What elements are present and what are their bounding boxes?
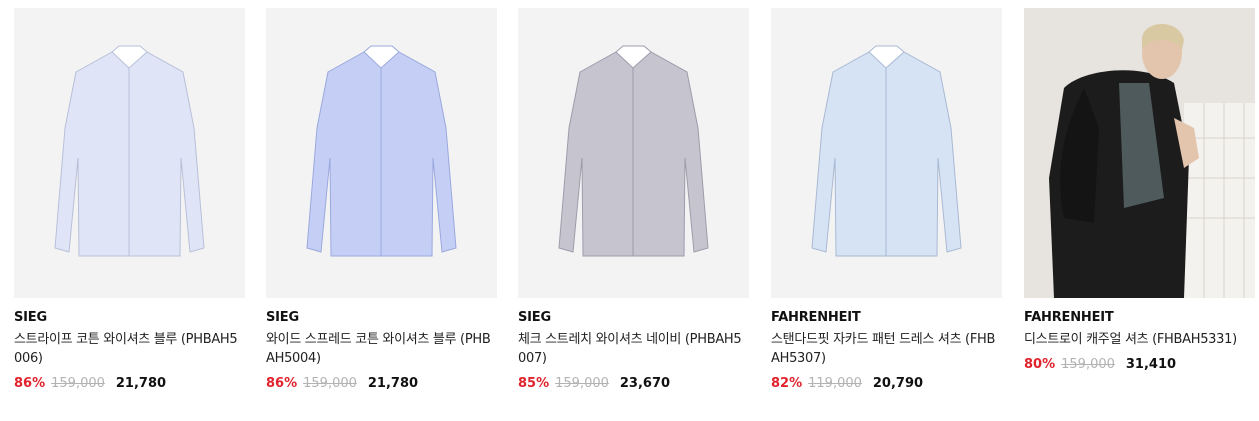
product-image[interactable] xyxy=(771,8,1002,298)
brand-name: SIEG xyxy=(266,310,299,325)
shirt-image xyxy=(266,8,497,298)
original-price: 159,000 xyxy=(555,376,609,391)
original-price: 159,000 xyxy=(51,376,105,391)
product-name[interactable]: 스트라이프 코튼 와이셔츠 블루 (PHBAH5006) xyxy=(14,330,245,368)
product-image[interactable] xyxy=(518,8,749,298)
brand-name: SIEG xyxy=(518,310,551,325)
shirt-image xyxy=(771,8,1002,298)
price-row: 86% 159,000 21,780 xyxy=(266,375,497,393)
discount-rate: 80% xyxy=(1024,357,1056,372)
product-card[interactable]: SIEG 와이드 스프레드 코튼 와이셔츠 블루 (PHBAH5004) 86%… xyxy=(266,8,497,393)
discount-rate: 86% xyxy=(266,376,298,391)
sale-price: 21,780 xyxy=(115,376,167,391)
product-card[interactable]: SIEG 체크 스트레치 와이셔츠 네이비 (PHBAH5007) 85% 159… xyxy=(518,8,749,393)
original-price: 159,000 xyxy=(1061,357,1115,372)
original-price: 119,000 xyxy=(808,376,862,391)
discount-rate: 85% xyxy=(518,376,550,391)
sale-price: 31,410 xyxy=(1125,357,1177,372)
product-card[interactable]: SIEG 스트라이프 코튼 와이셔츠 블루 (PHBAH5006) 86% 159… xyxy=(14,8,245,393)
brand-name: FAHRENHEIT xyxy=(771,310,861,325)
product-name[interactable]: 체크 스트레치 와이셔츠 네이비 (PHBAH5007) xyxy=(518,330,749,368)
brand-name: FAHRENHEIT xyxy=(1024,310,1114,325)
discount-rate: 82% xyxy=(771,376,803,391)
product-image[interactable] xyxy=(266,8,497,298)
price-row: 85% 159,000 23,670 xyxy=(518,375,749,393)
price-row: 82% 119,000 20,790 xyxy=(771,375,1002,393)
model-photo xyxy=(1024,8,1255,298)
sale-price: 23,670 xyxy=(619,376,671,391)
brand-name: SIEG xyxy=(14,310,47,325)
product-name[interactable]: 와이드 스프레드 코튼 와이셔츠 블루 (PHBAH5004) xyxy=(266,330,497,368)
price-row: 86% 159,000 21,780 xyxy=(14,375,245,393)
sale-price: 21,780 xyxy=(367,376,419,391)
sale-price: 20,790 xyxy=(872,376,924,391)
product-image[interactable] xyxy=(1024,8,1255,298)
price-row: 80% 159,000 31,410 xyxy=(1024,356,1255,374)
shirt-image xyxy=(14,8,245,298)
product-name[interactable]: 스탠다드핏 자카드 패턴 드레스 셔츠 (FHBAH5307) xyxy=(771,330,1002,368)
product-card[interactable]: FAHRENHEIT 스탠다드핏 자카드 패턴 드레스 셔츠 (FHBAH530… xyxy=(771,8,1002,393)
product-grid: SIEG 스트라이프 코튼 와이셔츠 블루 (PHBAH5006) 86% 159… xyxy=(0,0,1259,421)
product-card[interactable]: FAHRENHEIT 디스트로이 캐주얼 셔츠 (FHBAH5331) 80% 1… xyxy=(1024,8,1255,374)
product-name[interactable]: 디스트로이 캐주얼 셔츠 (FHBAH5331) xyxy=(1024,330,1255,349)
original-price: 159,000 xyxy=(303,376,357,391)
shirt-image xyxy=(518,8,749,298)
discount-rate: 86% xyxy=(14,376,46,391)
product-image[interactable] xyxy=(14,8,245,298)
